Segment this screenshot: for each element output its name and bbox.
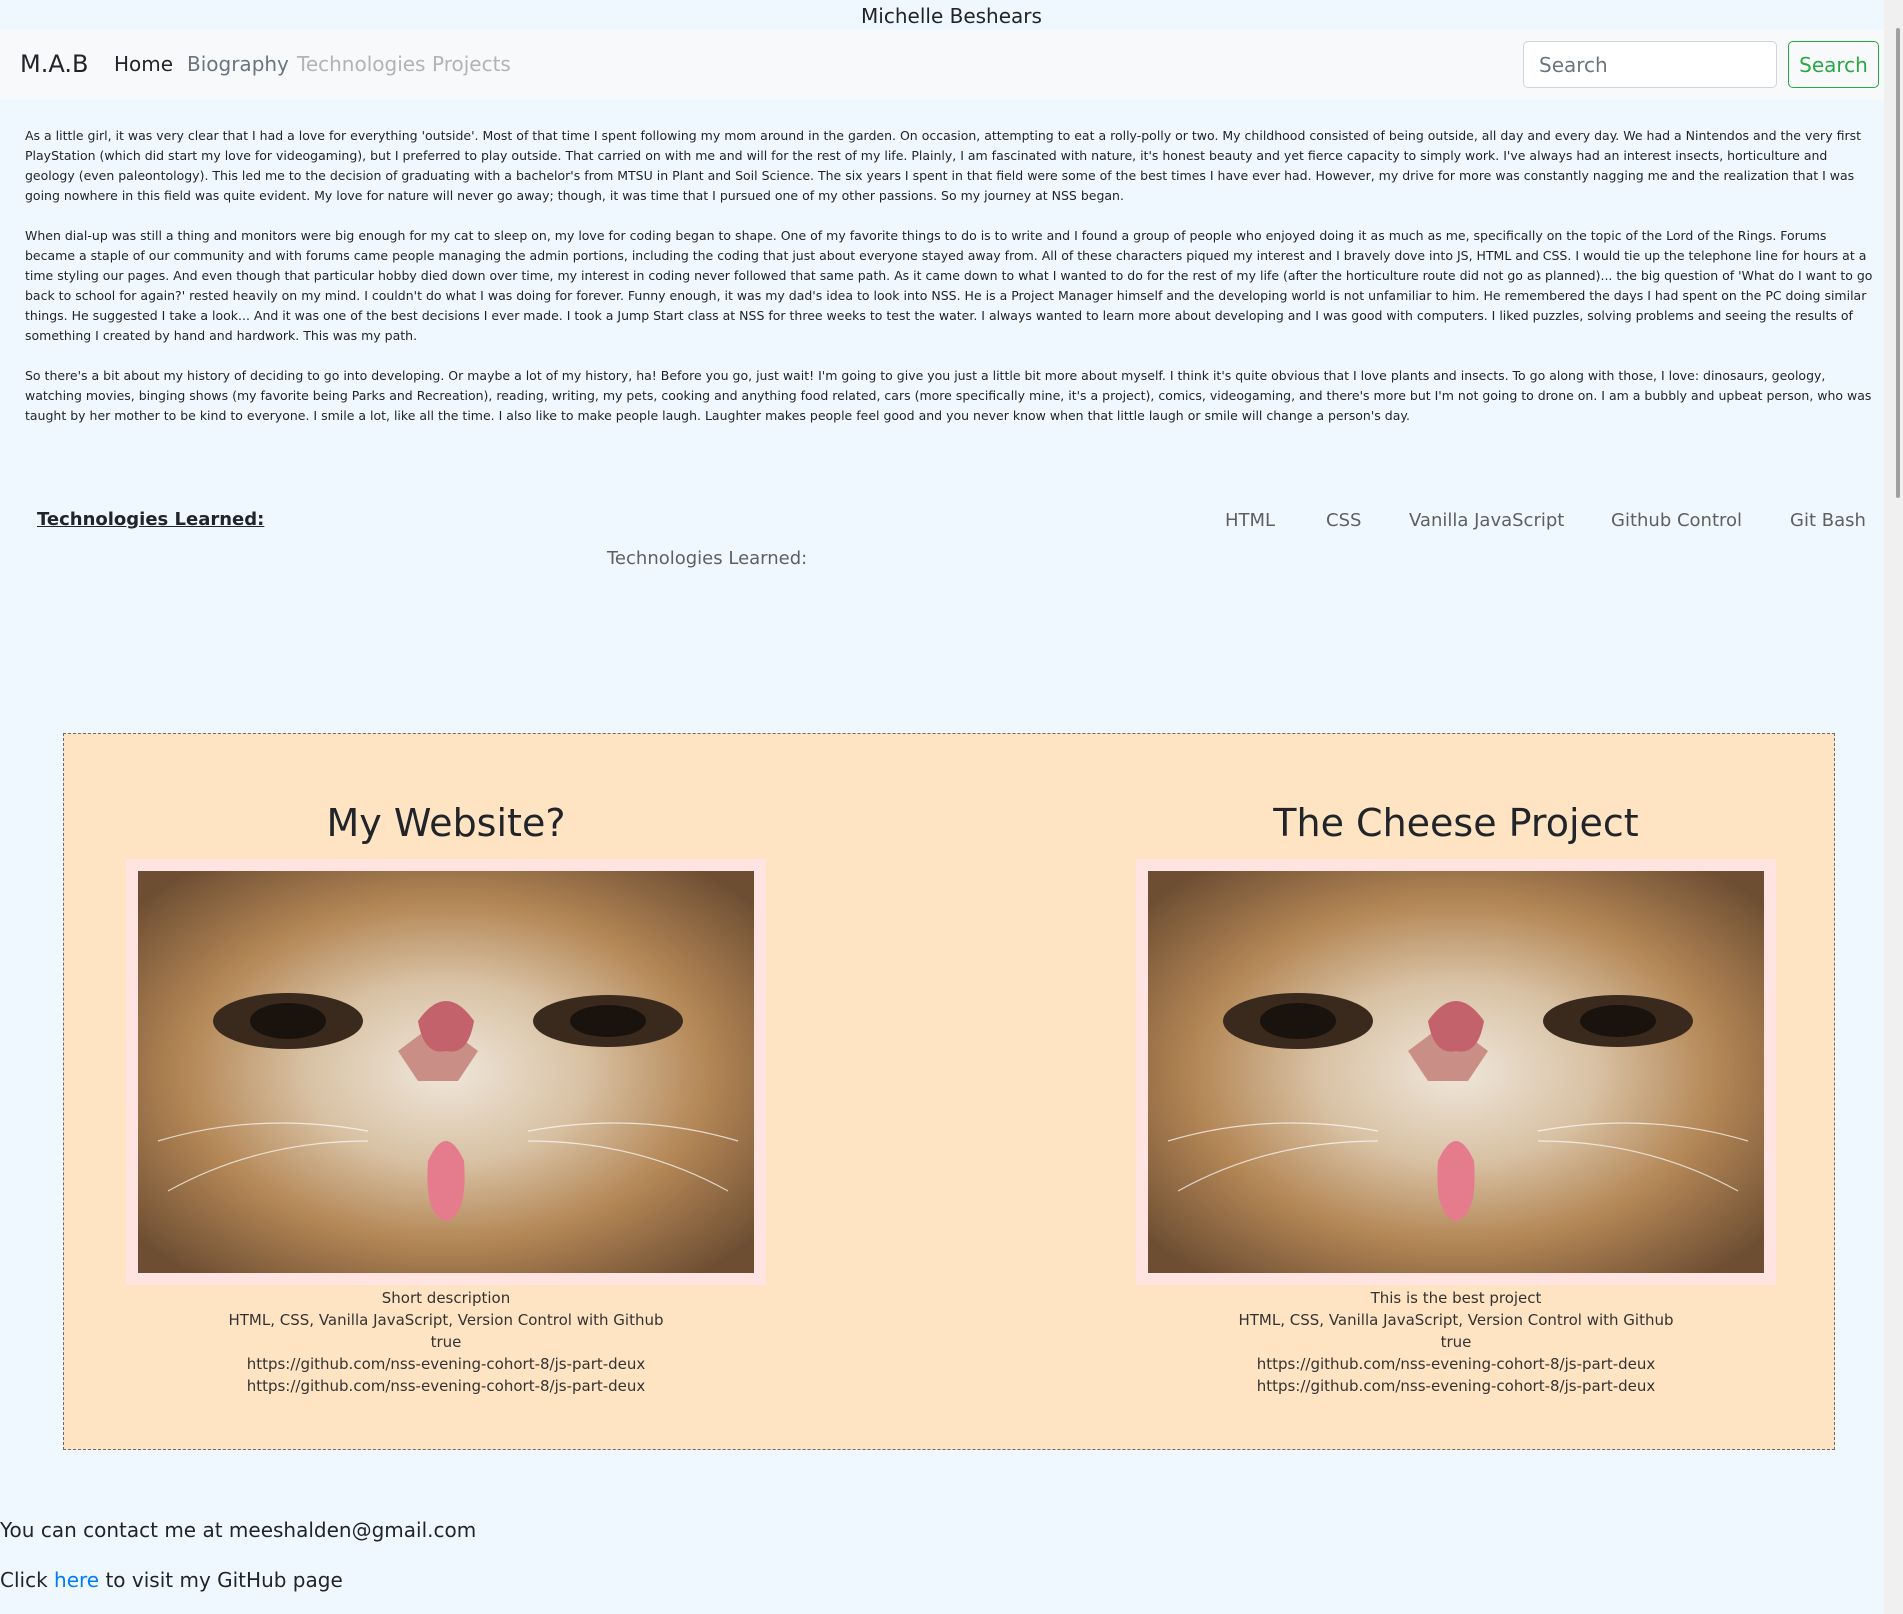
navbar: M.A.B Home Biography Technologies Projec… bbox=[0, 30, 1884, 100]
bio-paragraph: So there's a bit about my history of dec… bbox=[25, 368, 1872, 423]
project-flag: true bbox=[430, 1333, 462, 1351]
scrollbar-thumb[interactable] bbox=[1896, 28, 1900, 498]
project-flag: true bbox=[1440, 1333, 1472, 1351]
project-link: https://github.com/nss-evening-cohort-8/… bbox=[1256, 1377, 1656, 1395]
brand-logo[interactable]: M.A.B bbox=[20, 50, 88, 78]
technologies-list: HTML CSS Vanilla JavaScript Github Contr… bbox=[1200, 510, 1870, 536]
project-link: https://github.com/nss-evening-cohort-8/… bbox=[246, 1377, 646, 1395]
technologies-heading: Technologies Learned: bbox=[37, 509, 265, 530]
project-title: My Website? bbox=[326, 801, 566, 845]
tech-item-css: CSS bbox=[1326, 510, 1362, 531]
cat-photo-icon bbox=[1148, 871, 1764, 1273]
nav-projects[interactable]: Projects bbox=[432, 52, 511, 76]
technologies-subheading: Technologies Learned: bbox=[607, 548, 808, 569]
project-image-frame bbox=[126, 859, 766, 1285]
github-line: Click here to visit my GitHub page bbox=[0, 1568, 343, 1592]
tech-item-vanilla-javascript: Vanilla JavaScript bbox=[1409, 510, 1565, 531]
project-details: This is the best project HTML, CSS, Vani… bbox=[1136, 1287, 1776, 1397]
project-link: https://github.com/nss-evening-cohort-8/… bbox=[246, 1355, 646, 1373]
tech-item-github-control: Github Control bbox=[1611, 510, 1743, 531]
project-title: The Cheese Project bbox=[1273, 801, 1639, 845]
site-title: Michelle Beshears bbox=[861, 4, 1042, 28]
project-tech: HTML, CSS, Vanilla JavaScript, Version C… bbox=[228, 1311, 664, 1329]
project-card: The Cheese Project This is the best proj… bbox=[1136, 799, 1776, 1397]
search-input[interactable] bbox=[1523, 41, 1777, 88]
biography-section: As a little girl, it was very clear that… bbox=[25, 126, 1875, 446]
project-details: Short description HTML, CSS, Vanilla Jav… bbox=[126, 1287, 766, 1397]
project-card: My Website? Short description HTML, CSS,… bbox=[126, 799, 766, 1397]
github-link[interactable]: here bbox=[54, 1568, 99, 1592]
bio-paragraph: When dial-up was still a thing and monit… bbox=[25, 228, 1873, 343]
github-suffix: to visit my GitHub page bbox=[99, 1568, 343, 1592]
project-tech: HTML, CSS, Vanilla JavaScript, Version C… bbox=[1238, 1311, 1674, 1329]
nav-technologies[interactable]: Technologies bbox=[297, 52, 425, 76]
nav-biography[interactable]: Biography bbox=[187, 52, 289, 76]
search-button[interactable]: Search bbox=[1788, 41, 1879, 88]
scrollbar[interactable] bbox=[1884, 0, 1903, 1614]
nav-home[interactable]: Home bbox=[114, 52, 173, 76]
project-description: Short description bbox=[381, 1289, 511, 1307]
github-prefix: Click bbox=[0, 1568, 55, 1592]
projects-section: My Website? Short description HTML, CSS,… bbox=[63, 733, 1835, 1450]
project-description: This is the best project bbox=[1370, 1289, 1542, 1307]
contact-text: You can contact me at meeshalden@gmail.c… bbox=[0, 1518, 477, 1542]
tech-item-git-bash: Git Bash bbox=[1790, 510, 1866, 531]
project-link: https://github.com/nss-evening-cohort-8/… bbox=[1256, 1355, 1656, 1373]
project-image-frame bbox=[1136, 859, 1776, 1285]
tech-item-html: HTML bbox=[1225, 510, 1276, 531]
cat-photo-icon bbox=[138, 871, 754, 1273]
bio-paragraph: As a little girl, it was very clear that… bbox=[25, 128, 1861, 203]
